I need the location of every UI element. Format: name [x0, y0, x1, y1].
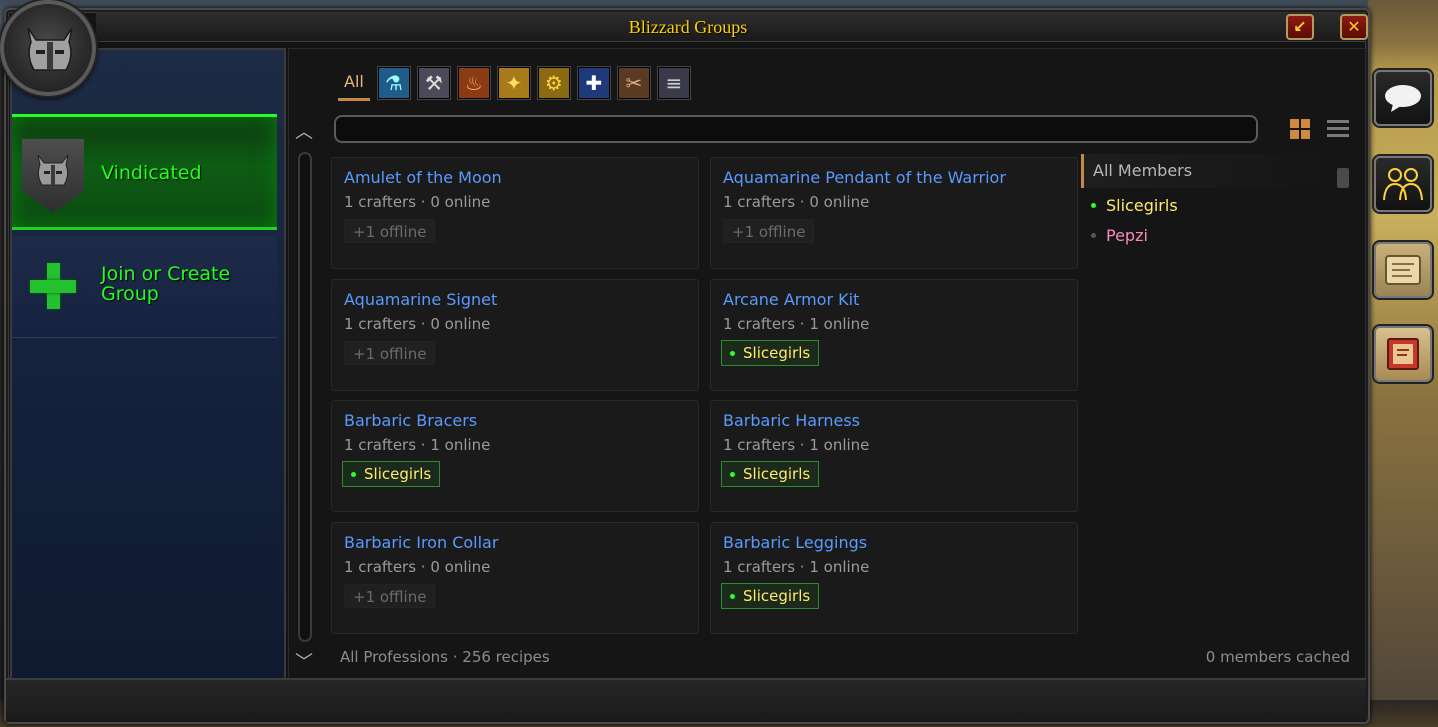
member-item[interactable]: Pepzi: [1091, 226, 1148, 245]
chat-icon[interactable]: [1374, 70, 1432, 126]
scroll-up-button[interactable]: ︿: [290, 122, 318, 144]
recipe-card[interactable]: Barbaric Bracers 1 crafters · 1 online S…: [331, 400, 699, 512]
blacksmithing-icon[interactable]: ⚒: [417, 67, 450, 99]
recipe-name: Aquamarine Signet: [344, 290, 498, 309]
offline-status-icon: [1091, 233, 1096, 238]
recipe-summary: 1 crafters · 0 online: [344, 558, 491, 576]
recipe-card[interactable]: Arcane Armor Kit 1 crafters · 1 online S…: [710, 279, 1078, 391]
recipe-name: Barbaric Bracers: [344, 411, 478, 430]
offline-crafter-chip: +1 offline: [344, 219, 436, 243]
recipe-name: Barbaric Harness: [723, 411, 861, 430]
minimize-button[interactable]: ↙: [1286, 14, 1314, 40]
offline-crafter-chip: +1 offline: [344, 584, 436, 608]
online-crafter-chip[interactable]: Slicegirls: [342, 461, 441, 487]
crafter-name: Slicegirls: [364, 465, 432, 483]
crafter-name: Slicegirls: [743, 587, 811, 605]
recipe-count-status: All Professions · 256 recipes: [340, 648, 550, 666]
recipe-summary: 1 crafters · 1 online: [344, 436, 491, 454]
helmet-icon: [27, 27, 73, 71]
online-status-icon: [1091, 203, 1096, 208]
join-or-create-label: Join or Create Group: [101, 263, 231, 305]
recipe-name: Aquamarine Pendant of the Warrior: [723, 168, 1006, 187]
recipe-summary: 1 crafters · 0 online: [344, 193, 491, 211]
engineering-icon[interactable]: ⚙: [537, 67, 570, 99]
recipe-card[interactable]: Barbaric Iron Collar 1 crafters · 0 onli…: [331, 522, 699, 634]
group-item-vindicated[interactable]: Vindicated: [12, 114, 277, 230]
online-crafter-chip[interactable]: Slicegirls: [721, 583, 820, 609]
window-portrait: [0, 0, 96, 96]
members-panel: All Members Slicegirls Pepzi: [1081, 154, 1357, 634]
helmet-icon: [22, 139, 84, 213]
recipe-card[interactable]: Aquamarine Signet 1 crafters · 0 online …: [331, 279, 699, 391]
recipe-summary: 1 crafters · 1 online: [723, 315, 870, 333]
online-status-icon: [730, 350, 735, 356]
window-bottom-bar: [6, 678, 1366, 722]
member-name: Pepzi: [1106, 226, 1148, 245]
recipe-name: Arcane Armor Kit: [723, 290, 860, 309]
close-button[interactable]: ✕: [1340, 14, 1368, 40]
enchanting-icon[interactable]: ✦: [497, 67, 530, 99]
online-status-icon: [730, 471, 735, 477]
scroll-down-button[interactable]: ﹀: [290, 652, 318, 674]
social-icon[interactable]: [1374, 156, 1432, 212]
recipe-card[interactable]: Barbaric Harness 1 crafters · 1 online S…: [710, 400, 1078, 512]
leatherworking-icon[interactable]: ✂: [617, 67, 650, 99]
recipe-summary: 1 crafters · 1 online: [723, 558, 870, 576]
group-name: Vindicated: [101, 162, 202, 184]
recipe-summary: 1 crafters · 0 online: [723, 193, 870, 211]
offline-crafter-chip: +1 offline: [344, 341, 436, 365]
tailoring-icon[interactable]: ≡: [657, 67, 690, 99]
cooking-icon[interactable]: ♨: [457, 67, 490, 99]
online-status-icon: [730, 593, 735, 599]
online-crafter-chip[interactable]: Slicegirls: [721, 461, 820, 487]
recipe-name: Amulet of the Moon: [344, 168, 502, 187]
spellbook-icon[interactable]: [1374, 326, 1432, 382]
join-or-create-group-button[interactable]: Join or Create Group: [12, 236, 277, 338]
members-header[interactable]: All Members: [1081, 154, 1331, 188]
plus-icon: [30, 263, 76, 309]
recipe-name: Barbaric Iron Collar: [344, 533, 499, 552]
recipe-name: Barbaric Leggings: [723, 533, 868, 552]
recipe-summary: 1 crafters · 0 online: [344, 315, 491, 333]
recipe-card[interactable]: Aquamarine Pendant of the Warrior 1 craf…: [710, 157, 1078, 269]
online-crafter-chip[interactable]: Slicegirls: [721, 340, 820, 366]
map-icon[interactable]: [1374, 242, 1432, 298]
tab-all[interactable]: All: [338, 65, 370, 101]
grid-view-icon[interactable]: [1290, 119, 1310, 139]
member-name: Slicegirls: [1106, 196, 1178, 215]
search-input[interactable]: [334, 115, 1258, 143]
members-scrollbar[interactable]: [1337, 168, 1349, 188]
crafter-name: Slicegirls: [743, 344, 811, 362]
scrollbar[interactable]: [298, 152, 312, 642]
alchemy-icon[interactable]: ⚗: [377, 67, 410, 99]
online-status-icon: [351, 471, 356, 477]
profession-tabs: All ⚗ ⚒ ♨ ✦ ⚙ ✚ ✂ ≡: [338, 64, 690, 102]
first-aid-icon[interactable]: ✚: [577, 67, 610, 99]
recipe-card[interactable]: Amulet of the Moon 1 crafters · 0 online…: [331, 157, 699, 269]
cache-status: 0 members cached: [1205, 648, 1350, 666]
crafter-name: Slicegirls: [743, 465, 811, 483]
offline-crafter-chip: +1 offline: [723, 219, 815, 243]
recipe-card[interactable]: Barbaric Leggings 1 crafters · 1 online …: [710, 522, 1078, 634]
list-view-icon[interactable]: [1327, 120, 1349, 138]
recipe-summary: 1 crafters · 1 online: [723, 436, 870, 454]
window-title: Blizzard Groups: [628, 17, 748, 37]
member-item[interactable]: Slicegirls: [1091, 196, 1178, 215]
